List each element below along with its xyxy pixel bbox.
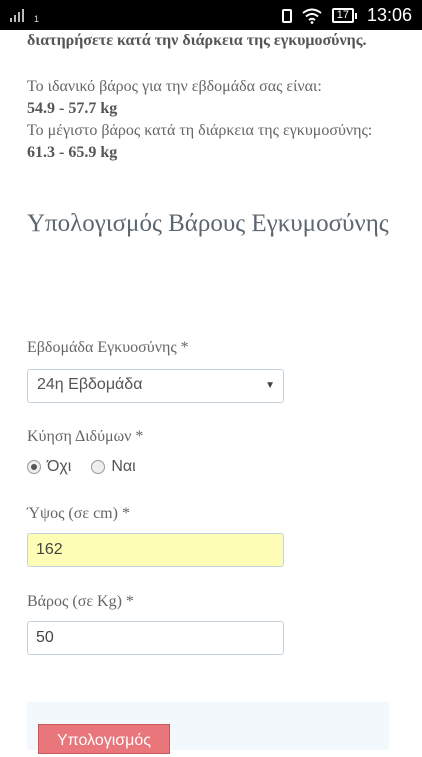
status-bar: 1 17 13:06 [0, 0, 422, 30]
height-label: Ύψος (σε cm) * [27, 505, 130, 522]
battery-level: 17 [331, 8, 354, 23]
ideal-weight-label: Το ιδανικό βάρος για την εβδομάδα σας εί… [27, 78, 322, 95]
twins-label: Κύηση Διδύμων * [27, 428, 144, 445]
result-content: διατηρήσετε κατά την διάρκεια της εγκυμο… [27, 30, 397, 164]
radio-no-indicator[interactable] [27, 460, 41, 474]
height-input[interactable]: 162 [27, 533, 284, 567]
sim-indicator: 1 [34, 14, 40, 24]
dropdown-arrow-icon: ▼ [265, 380, 275, 391]
radio-no[interactable]: Όχι [27, 458, 71, 476]
week-label: Εβδομάδα Εγκυοσύνης * [27, 339, 189, 356]
radio-no-label: Όχι [47, 458, 72, 475]
form-title: Υπολογισμός Βάρους Εγκυμοσύνης [27, 210, 389, 237]
twins-radio-group: Όχι Ναι [27, 458, 136, 476]
max-weight-value: 61.3 - 65.9 kg [27, 144, 118, 161]
week-select[interactable]: 24η Εβδομάδα ▼ [27, 369, 284, 403]
signal-icon [10, 8, 24, 22]
result-info: Το ιδανικό βάρος για την εβδομάδα σας εί… [27, 76, 397, 164]
ideal-weight-value: 54.9 - 57.7 kg [27, 100, 118, 117]
clock: 13:06 [366, 5, 412, 25]
wifi-icon [302, 8, 322, 24]
radio-yes-indicator[interactable] [91, 460, 106, 474]
radio-yes[interactable]: Ναι [91, 458, 136, 476]
weight-input[interactable]: 50 [27, 621, 284, 655]
radio-yes-label: Ναι [111, 458, 136, 475]
intro-text: διατηρήσετε κατά την διάρκεια της εγκυμο… [27, 32, 367, 49]
battery-icon: 17 [331, 8, 357, 23]
weight-label: Βάρος (σε Kg) * [27, 593, 134, 610]
vibrate-icon [281, 8, 292, 23]
max-weight-label: Το μέγιστο βάρος κατά τη διάρκεια της εγ… [27, 122, 373, 139]
week-selected-value: 24η Εβδομάδα [37, 376, 143, 393]
